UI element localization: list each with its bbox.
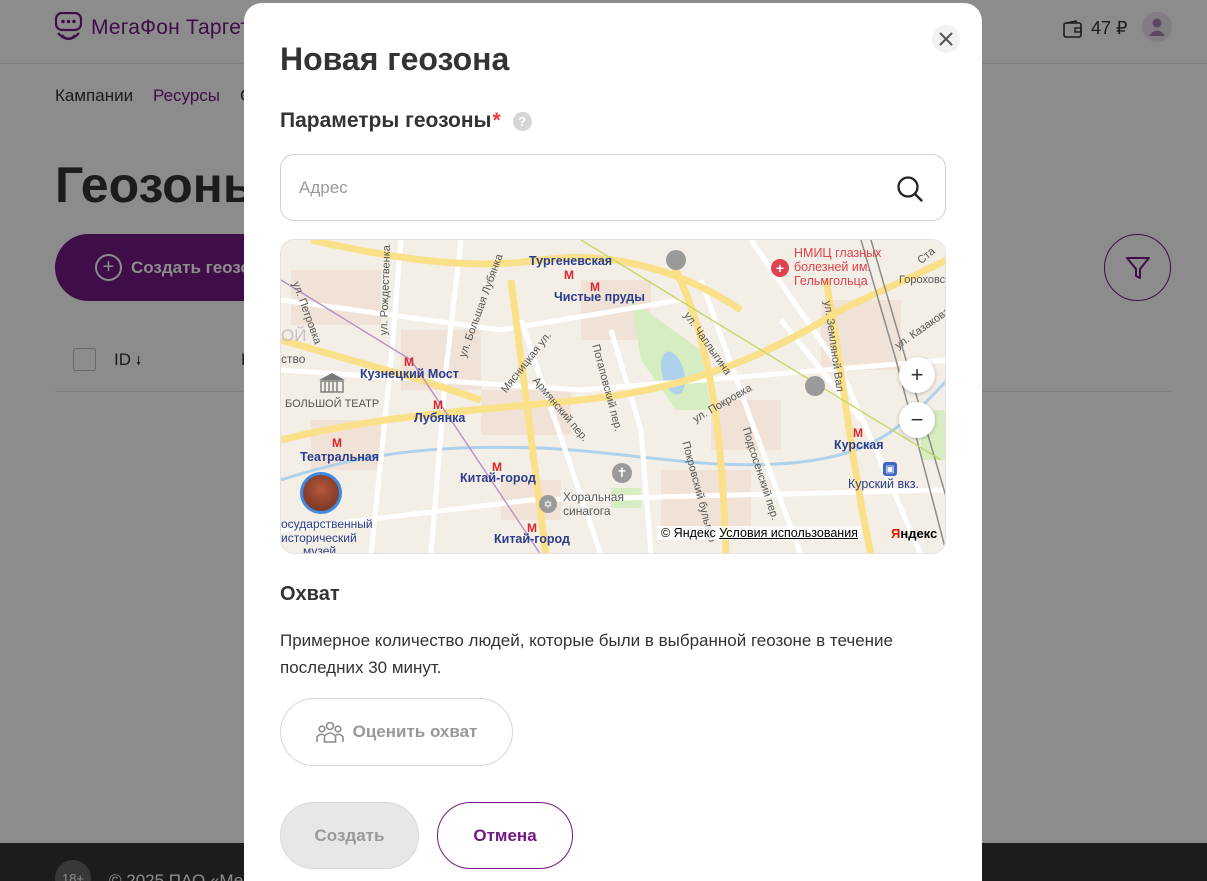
metro-label-kitay-gorod[interactable]: Китай-город	[460, 471, 536, 485]
reach-description: Примерное количество людей, которые были…	[280, 631, 894, 677]
attribution-text: © Яндекс	[661, 526, 716, 540]
geozone-map[interactable]: ул. Рождественка ул. Большая Лубянка ул.…	[280, 239, 946, 554]
place-label-partial-2: ство	[281, 352, 306, 366]
metro-label-turgenevskaya[interactable]: Тургеневская	[529, 254, 612, 268]
new-geozone-dialog: Новая геозона Параметры геозоны * ? Адре…	[244, 3, 982, 881]
close-button[interactable]	[932, 25, 960, 53]
place-label-synagogue-1[interactable]: Хоральная	[563, 490, 624, 504]
synagogue-icon: ✡	[539, 495, 557, 513]
metro-label-lubyanka[interactable]: Лубянка	[414, 411, 465, 425]
train-station-icon: ▣	[883, 462, 897, 476]
reach-section-title: Охват	[280, 583, 340, 605]
required-mark: *	[492, 109, 501, 132]
zoom-out-button[interactable]: −	[899, 402, 935, 438]
help-icon[interactable]: ?	[512, 111, 532, 131]
search-icon[interactable]	[896, 175, 924, 203]
address-input[interactable]	[299, 155, 879, 220]
create-button[interactable]: Создать	[280, 802, 419, 869]
estimate-reach-button[interactable]: Оценить охват	[280, 698, 513, 766]
metro-label-chistye-prudy[interactable]: Чистые пруды	[554, 290, 645, 304]
poi-label-line2[interactable]: болезней им.	[794, 261, 871, 274]
school-icon	[805, 376, 825, 396]
metro-label-kuznetsky-most[interactable]: Кузнецкий Мост	[360, 367, 459, 381]
place-label-bolshoy[interactable]: БОЛЬШОЙ ТЕАТР	[285, 397, 379, 411]
place-label-museum-3[interactable]: музей	[303, 544, 336, 553]
metro-icon: M	[564, 268, 574, 282]
place-label-museum-1[interactable]: осударственный	[281, 517, 373, 531]
geozone-params-label: Параметры геозоны * ?	[280, 109, 532, 133]
metro-label-kitay-gorod-2[interactable]: Китай-город	[494, 532, 570, 546]
dialog-title: Новая геозона	[280, 41, 510, 77]
close-icon	[939, 32, 953, 46]
estimate-reach-label: Оценить охват	[352, 722, 478, 741]
address-field	[280, 154, 946, 221]
cancel-button[interactable]: Отмена	[437, 802, 573, 869]
people-icon	[315, 721, 344, 743]
hospital-icon: +	[771, 259, 789, 277]
yandex-logo[interactable]: Яндекс	[891, 526, 937, 541]
place-label-partial: ОЙ	[281, 326, 307, 345]
map-attribution: © Яндекс Условия использования	[657, 526, 862, 540]
poi-label-line1[interactable]: НМИЦ глазных	[794, 247, 881, 260]
place-label-museum-2[interactable]: исторический	[281, 531, 357, 545]
zoom-in-button[interactable]: +	[899, 357, 935, 393]
map-street-label: Гороховский	[899, 274, 946, 286]
poi-label-line3[interactable]: Гельмгольца	[794, 275, 868, 288]
place-label-synagogue-2[interactable]: синагога	[563, 504, 611, 518]
terms-link[interactable]: Условия использования	[719, 526, 858, 540]
flag-icon	[666, 250, 686, 270]
metro-icon: M	[433, 398, 443, 412]
church-icon: ✝	[612, 463, 632, 483]
params-label-text: Параметры геозоны	[280, 109, 492, 132]
yandex-logo-rest: ндекс	[900, 526, 938, 541]
museum-photo-icon[interactable]	[300, 472, 342, 514]
theatre-icon	[317, 372, 347, 394]
metro-label-teatralnaya[interactable]: Театральная	[300, 450, 379, 464]
metro-label-kurskaya[interactable]: Курская	[834, 438, 884, 452]
place-label-kursky-station[interactable]: Курский вкз.	[848, 477, 919, 491]
metro-icon: M	[332, 436, 342, 450]
yandex-logo-ya: Я	[891, 526, 901, 541]
